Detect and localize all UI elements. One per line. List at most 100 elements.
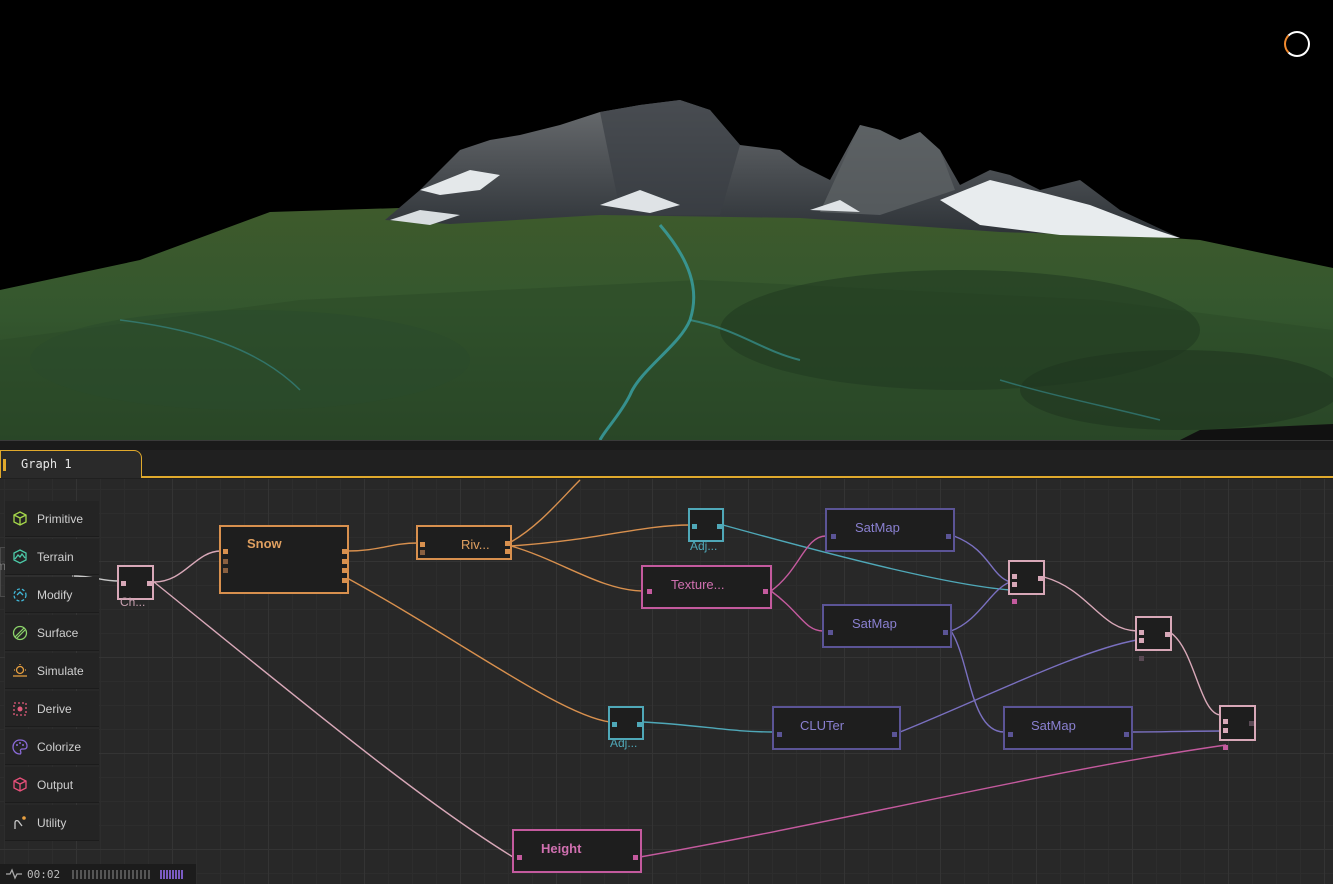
input-port[interactable]: [1139, 630, 1144, 635]
output-port[interactable]: [633, 855, 638, 860]
input-port[interactable]: [828, 630, 833, 635]
sidebar-item-label: Derive: [37, 702, 72, 716]
sidebar-item-modify[interactable]: Modify: [5, 577, 99, 613]
node-river[interactable]: Riv...: [416, 525, 512, 560]
node-adjust-2[interactable]: [608, 706, 644, 740]
sidebar-item-output[interactable]: Output: [5, 767, 99, 803]
node-satmap-1[interactable]: SatMap: [825, 508, 955, 552]
derive-icon: [13, 702, 27, 716]
input-port[interactable]: [223, 549, 228, 554]
input-port[interactable]: [420, 550, 425, 555]
wire-satmap1-merge1: [953, 535, 1011, 583]
sidebar-item-label: Terrain: [37, 550, 74, 564]
node-merge-1[interactable]: [1008, 560, 1045, 595]
output-port[interactable]: [1038, 576, 1043, 581]
terrain-render: [0, 100, 1333, 440]
modify-icon: [13, 588, 27, 602]
node-satmap-3-title: SatMap: [1031, 718, 1076, 733]
output-port[interactable]: [1124, 732, 1129, 737]
sidebar-item-simulate[interactable]: Simulate: [5, 653, 99, 689]
node-texture[interactable]: Texture...: [641, 565, 772, 609]
node-texture-title: Texture...: [671, 577, 725, 592]
node-satmap-3[interactable]: SatMap: [1003, 706, 1133, 750]
node-merge-2[interactable]: [1135, 616, 1172, 651]
output-port[interactable]: [717, 524, 722, 529]
output-port[interactable]: [342, 549, 347, 554]
node-height[interactable]: Height: [512, 829, 642, 873]
wire-satmap3-merge3: [1131, 730, 1222, 733]
status-bar: 00:02: [0, 864, 196, 884]
node-height-title: Height: [541, 841, 582, 856]
sidebar-item-primitive[interactable]: Primitive: [5, 501, 99, 537]
wire-height-merge3: [639, 744, 1227, 858]
activity-bars: [160, 870, 184, 879]
output-port[interactable]: [1165, 632, 1170, 637]
mask-port[interactable]: [1223, 745, 1228, 750]
output-port[interactable]: [505, 541, 510, 546]
sidebar-item-colorize[interactable]: Colorize: [5, 729, 99, 765]
input-port[interactable]: [1012, 582, 1017, 587]
output-port[interactable]: [147, 581, 152, 586]
mask-port[interactable]: [1139, 656, 1144, 661]
node-cluter[interactable]: CLUTer: [772, 706, 901, 750]
wire-ch-height: [153, 581, 514, 858]
input-port[interactable]: [1139, 638, 1144, 643]
output-port[interactable]: [946, 534, 951, 539]
palette-icon: [12, 739, 28, 755]
input-port[interactable]: [223, 568, 228, 573]
node-adjust-1[interactable]: [688, 508, 724, 542]
sidebar-item-label: Modify: [37, 588, 73, 602]
terrain-viewport[interactable]: [0, 0, 1333, 440]
input-port[interactable]: [777, 732, 782, 737]
terrain-icon: [13, 549, 27, 564]
sidebar-item-terrain[interactable]: Terrain: [5, 539, 99, 575]
output-port[interactable]: [763, 589, 768, 594]
output-port[interactable]: [1249, 721, 1254, 726]
output-port[interactable]: [342, 559, 347, 564]
mask-port[interactable]: [1012, 599, 1017, 604]
output-port[interactable]: [892, 732, 897, 737]
node-snow[interactable]: Snow: [219, 525, 349, 594]
sidebar-item-label: Primitive: [37, 512, 84, 526]
graph-wires: [71, 479, 1227, 858]
sidebar-item-label: Output: [37, 778, 74, 792]
sidebar-item-derive[interactable]: Derive: [5, 691, 99, 727]
wire-satmap2-satmap3: [950, 630, 1005, 733]
input-port[interactable]: [1008, 732, 1013, 737]
cube-icon: [13, 511, 27, 526]
loading-indicator-icon: [1284, 31, 1310, 57]
output-port[interactable]: [342, 568, 347, 573]
output-cube-icon: [13, 777, 27, 792]
output-port[interactable]: [505, 549, 510, 554]
surface-icon: [12, 625, 28, 641]
sidebar-item-surface[interactable]: Surface: [5, 615, 99, 651]
tab-accent: [3, 459, 6, 471]
panel-divider[interactable]: [0, 440, 1333, 450]
tab-graph-1[interactable]: Graph 1: [0, 450, 142, 478]
wire-merge1-merge2: [1043, 576, 1138, 632]
node-satmap-2[interactable]: SatMap: [822, 604, 952, 648]
input-port[interactable]: [1223, 719, 1228, 724]
input-port[interactable]: [420, 542, 425, 547]
node-ch-label: Ch...: [120, 595, 146, 609]
render-time: 00:02: [27, 868, 61, 881]
input-port[interactable]: [692, 524, 697, 529]
input-port[interactable]: [1223, 728, 1228, 733]
output-port[interactable]: [637, 722, 642, 727]
output-port[interactable]: [342, 578, 347, 583]
graph-tab-bar: [0, 450, 1333, 479]
tab-underline: [0, 476, 1333, 478]
input-port[interactable]: [121, 581, 126, 586]
node-graph-canvas[interactable]: [0, 479, 1333, 884]
node-merge-3[interactable]: [1219, 705, 1256, 741]
input-port[interactable]: [517, 855, 522, 860]
output-port[interactable]: [943, 630, 948, 635]
input-port[interactable]: [647, 589, 652, 594]
input-port[interactable]: [831, 534, 836, 539]
input-port[interactable]: [1012, 574, 1017, 579]
input-port[interactable]: [612, 722, 617, 727]
wire-adj2-cluter: [642, 721, 774, 733]
node-adjust-2-label: Adj...: [610, 736, 638, 750]
sidebar-item-utility[interactable]: Utility: [5, 805, 99, 841]
input-port[interactable]: [223, 559, 228, 564]
